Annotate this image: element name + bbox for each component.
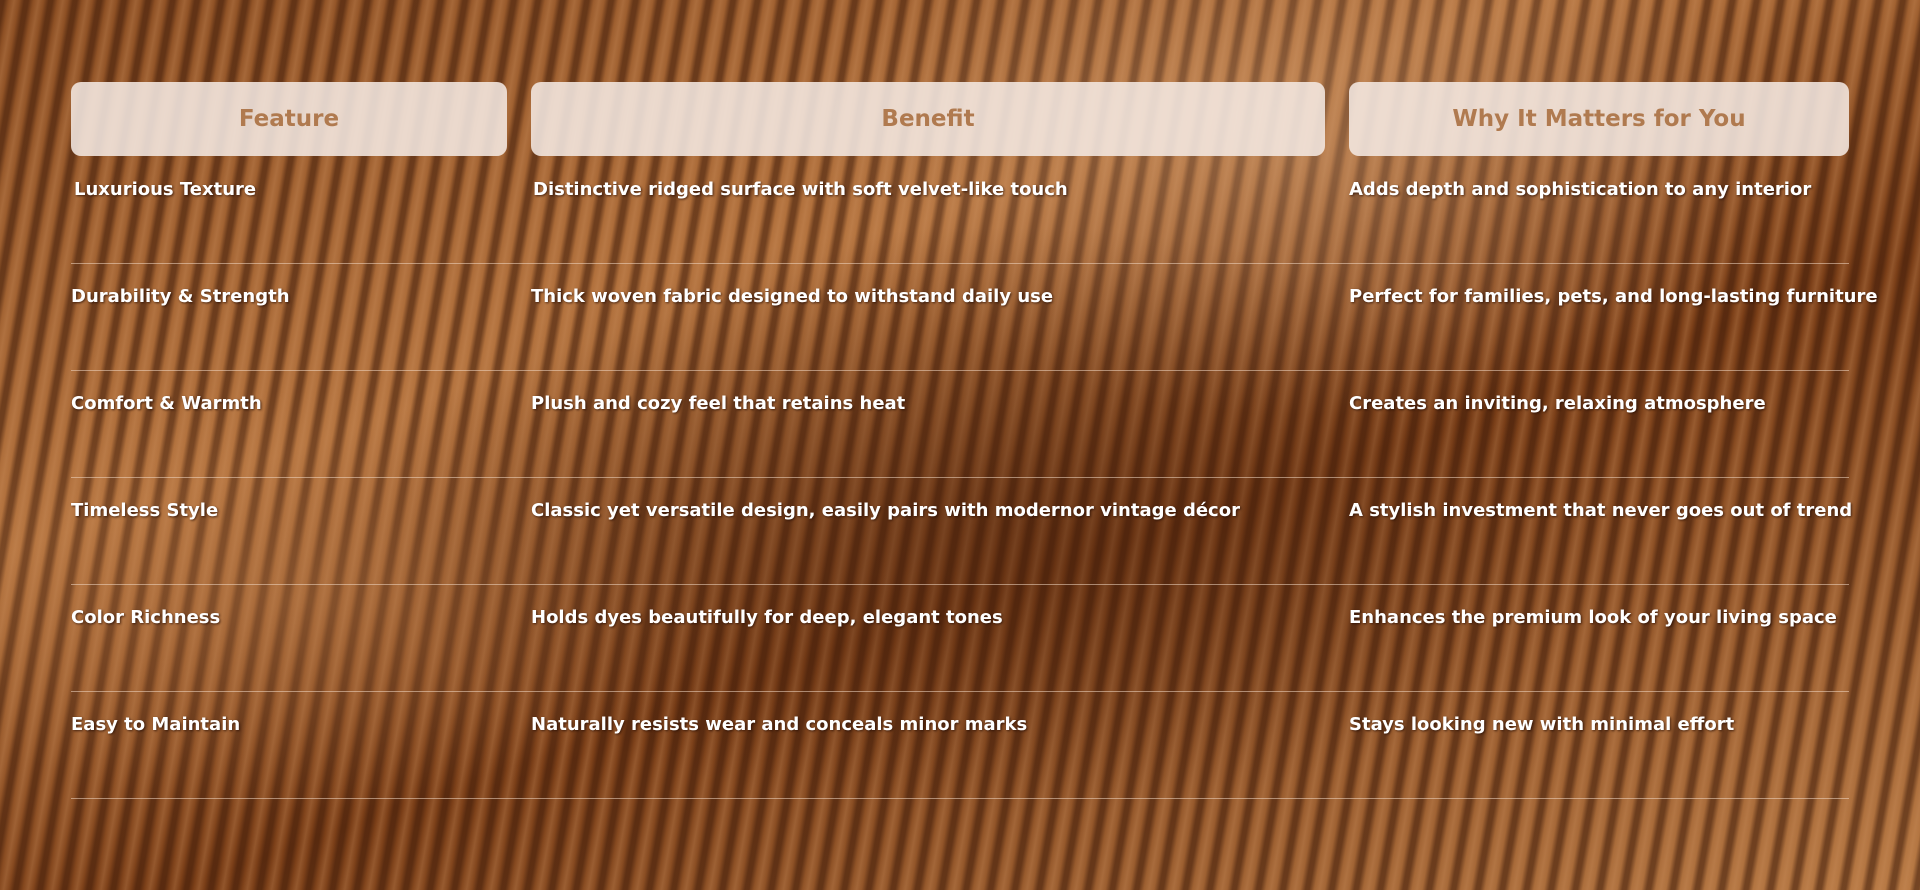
why-cell: Creates an inviting, relaxing atmosphere — [1349, 392, 1766, 414]
why-cell: Adds depth and sophistication to any int… — [1349, 179, 1812, 200]
benefit-cell: Distinctive ridged surface with soft vel… — [533, 179, 1068, 200]
benefit-cell: Plush and cozy feel that retains heat — [531, 392, 906, 414]
benefit-cell: Classic yet versatile design, easily pai… — [531, 499, 1240, 521]
table-header-row: Feature Benefit Why It Matters for You — [71, 82, 1849, 156]
feature-cell: Durability & Strength — [71, 285, 290, 307]
table-row: Comfort & Warmth Plush and cozy feel tha… — [71, 371, 1849, 478]
table-row: Timeless Style Classic yet versatile des… — [71, 478, 1853, 585]
feature-cell: Comfort & Warmth — [71, 392, 262, 414]
table-row: Color Richness Holds dyes beautifully fo… — [71, 585, 1849, 692]
feature-cell: Timeless Style — [71, 499, 219, 521]
feature-cell: Luxurious Texture — [74, 179, 257, 200]
why-cell: Stays looking new with minimal effort — [1349, 713, 1735, 735]
table-row: Luxurious Texture Distinctive ridged sur… — [71, 156, 1849, 264]
feature-cell: Easy to Maintain — [71, 713, 241, 735]
benefit-cell: Thick woven fabric designed to withstand… — [531, 285, 1054, 307]
header-why-it-matters: Why It Matters for You — [1349, 82, 1849, 156]
feature-benefit-table: Feature Benefit Why It Matters for You L… — [71, 82, 1878, 799]
why-cell: A stylish investment that never goes out… — [1349, 499, 1853, 521]
why-cell: Perfect for families, pets, and long-las… — [1349, 285, 1878, 307]
feature-cell: Color Richness — [71, 606, 221, 628]
table-row: Durability & Strength Thick woven fabric… — [71, 264, 1878, 371]
table-row: Easy to Maintain Naturally resists wear … — [71, 692, 1849, 799]
header-benefit: Benefit — [531, 82, 1325, 156]
benefit-cell: Holds dyes beautifully for deep, elegant… — [531, 606, 1003, 628]
header-feature: Feature — [71, 82, 507, 156]
why-cell: Enhances the premium look of your living… — [1349, 606, 1837, 628]
benefit-cell: Naturally resists wear and conceals mino… — [531, 713, 1028, 735]
